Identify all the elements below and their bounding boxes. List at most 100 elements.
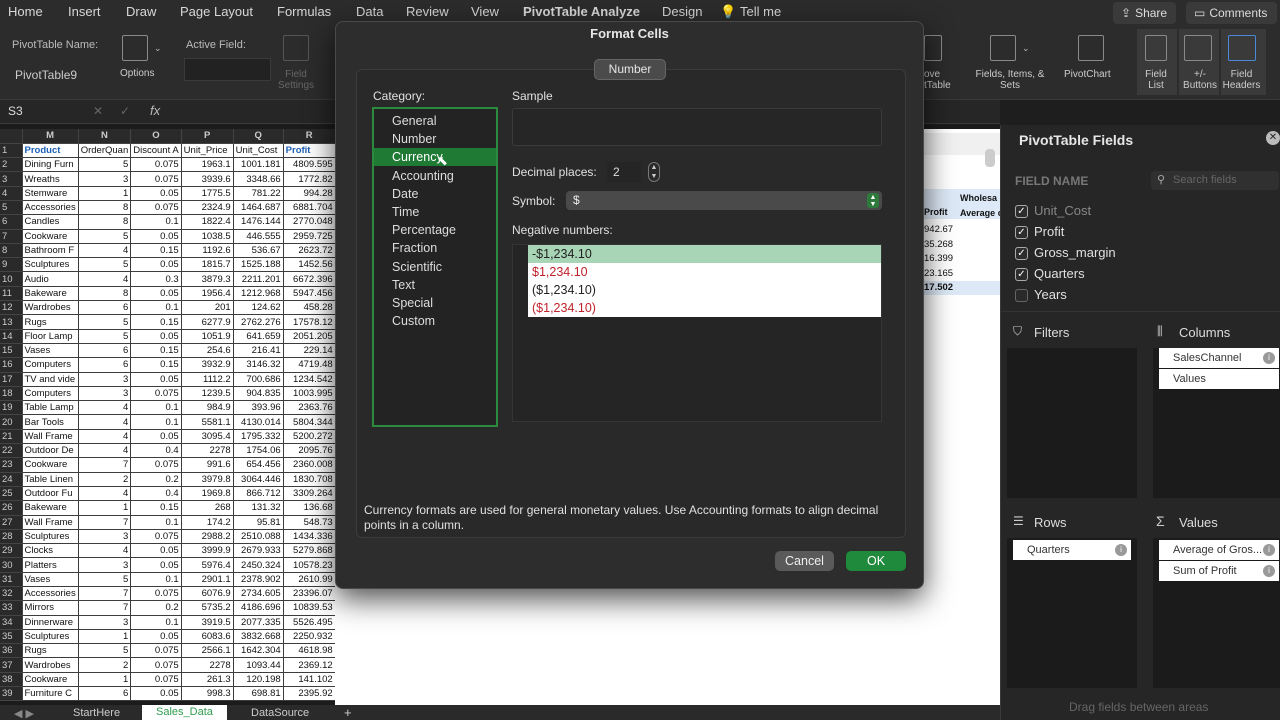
row-number[interactable]: 18 [0, 386, 23, 402]
tab-starthere[interactable]: StartHere [73, 707, 120, 719]
row-number[interactable]: 14 [0, 329, 23, 344]
cell-product[interactable]: Sculptures [22, 529, 79, 545]
row-number[interactable]: 30 [0, 557, 23, 573]
cell-product[interactable]: Computers [22, 386, 79, 402]
cell-value[interactable]: 2450.324 [233, 557, 284, 573]
field-label-profit[interactable]: Profit [1034, 224, 1064, 239]
cell-value[interactable]: 6 [78, 343, 132, 359]
prev-sheet-icon[interactable]: ◀ ▶ [14, 707, 34, 720]
row-number[interactable]: 15 [0, 343, 23, 359]
cell-value[interactable]: 4 [78, 243, 132, 259]
field-checkbox-gross_margin[interactable]: ✓ [1015, 247, 1028, 260]
cell-value[interactable]: 4719.48 [283, 357, 336, 373]
info-icon[interactable]: i [1263, 565, 1275, 577]
cell-value[interactable]: 7 [78, 600, 132, 616]
cell-product[interactable]: Outdoor Fu [22, 486, 79, 502]
row-number[interactable]: 31 [0, 572, 23, 588]
cell-value[interactable]: 5 [78, 229, 132, 244]
cell-value[interactable]: 6277.9 [181, 314, 234, 330]
table-row[interactable]: 33 Mirrors 7 0.2 5735.2 4186.696 10839.53 [0, 600, 336, 616]
cell-value[interactable]: 3979.8 [181, 472, 234, 487]
rows-area[interactable]: Quarters i [1007, 538, 1137, 688]
cell-value[interactable]: 1 [78, 186, 132, 201]
cell-product[interactable]: Stemware [22, 186, 79, 201]
cell-value[interactable]: 0.075 [130, 171, 182, 187]
cell-product[interactable]: Cookware [22, 672, 79, 688]
cell-value[interactable]: 2278 [181, 443, 234, 459]
table-row[interactable]: 14 Floor Lamp 5 0.05 1051.9 641.659 2051.205 [0, 329, 336, 344]
cell-value[interactable]: 0.15 [130, 314, 182, 330]
cell-value[interactable]: 0.2 [130, 600, 182, 616]
pivot-cell[interactable]: 942.67 [924, 224, 953, 235]
row-number[interactable]: 19 [0, 400, 23, 416]
cell-value[interactable]: 3932.9 [181, 357, 234, 373]
header-unit-cost[interactable]: Unit_Cost [233, 143, 284, 159]
cell-value[interactable]: 6672.396 [283, 271, 336, 287]
column-header-n[interactable]: N [78, 129, 132, 144]
cell-value[interactable]: 393.96 [233, 400, 284, 416]
cell-value[interactable]: 1795.332 [233, 429, 284, 445]
cell-product[interactable]: Vases [22, 343, 79, 359]
decimal-stepper[interactable]: ▲ ▼ [648, 162, 660, 182]
cancel-button[interactable]: Cancel [775, 551, 834, 571]
fields-items-sets-icon[interactable] [990, 35, 1016, 61]
cell-value[interactable]: 1 [78, 629, 132, 645]
function-icon[interactable]: fx [150, 103, 160, 118]
cell-value[interactable]: 6 [78, 300, 132, 316]
row-number[interactable]: 24 [0, 472, 23, 487]
table-row[interactable]: 12 Wardrobes 6 0.1 201 124.62 458.28 [0, 300, 336, 316]
negative-option[interactable]: $1,234.10 [528, 263, 881, 281]
cell-value[interactable]: 0.2 [130, 472, 182, 487]
cell-product[interactable]: Dining Furn [22, 157, 79, 173]
cell-value[interactable]: 1815.7 [181, 257, 234, 273]
options-icon[interactable] [122, 35, 148, 61]
cell-value[interactable]: 0.075 [130, 586, 182, 602]
cell-value[interactable]: 7 [78, 457, 132, 473]
cell-product[interactable]: TV and vide [22, 372, 79, 387]
cell-value[interactable]: 2278 [181, 657, 234, 673]
negative-numbers-list[interactable]: -$1,234.10 $1,234.10 ($1,234.10) ($1,234… [512, 244, 882, 422]
cell-value[interactable]: 446.555 [233, 229, 284, 244]
cell-product[interactable]: Wreaths [22, 171, 79, 187]
cell-value[interactable]: 0.05 [130, 629, 182, 645]
menu-design[interactable]: Design [662, 4, 702, 19]
cell-value[interactable]: 0.1 [130, 515, 182, 530]
cell-value[interactable]: 0.1 [130, 400, 182, 416]
row-number[interactable]: 34 [0, 615, 23, 630]
field-label-unit_cost[interactable]: Unit_Cost [1034, 203, 1091, 218]
cell-value[interactable]: 0.05 [130, 429, 182, 445]
cell-value[interactable]: 4 [78, 443, 132, 459]
table-row[interactable]: 9 Sculptures 5 0.05 1815.7 1525.188 1452.56 [0, 257, 336, 273]
cell-value[interactable]: 131.32 [233, 500, 284, 516]
cell-value[interactable]: 8 [78, 200, 132, 216]
negative-option[interactable]: -$1,234.10 [528, 245, 881, 263]
negative-option[interactable]: ($1,234.10) [528, 281, 881, 299]
cell-product[interactable]: Wall Frame [22, 429, 79, 445]
cell-value[interactable]: 5 [78, 314, 132, 330]
menu-data[interactable]: Data [356, 4, 383, 19]
cell-value[interactable]: 2510.088 [233, 529, 284, 545]
cell-value[interactable]: 1239.5 [181, 386, 234, 402]
row-number[interactable]: 25 [0, 486, 23, 502]
cell-value[interactable]: 1001.181 [233, 157, 284, 173]
cell-value[interactable]: 1003.995 [283, 386, 336, 402]
field-checkbox-years[interactable] [1015, 289, 1028, 302]
table-row[interactable]: 36 Rugs 5 0.075 2566.1 1642.304 4618.98 [0, 643, 336, 659]
category-item-number[interactable]: Number [374, 130, 496, 148]
row-number[interactable]: 29 [0, 543, 23, 559]
cell-value[interactable]: 174.2 [181, 515, 234, 530]
field-checkbox-profit[interactable]: ✓ [1015, 226, 1028, 239]
cell-value[interactable]: 2051.205 [283, 329, 336, 344]
field-settings-button[interactable]: Field Settings [274, 69, 318, 91]
column-header-p[interactable]: P [181, 129, 234, 144]
table-row[interactable]: 18 Computers 3 0.075 1239.5 904.835 1003.995 [0, 386, 336, 402]
table-row[interactable]: 25 Outdoor Fu 4 0.4 1969.8 866.712 3309.264 [0, 486, 336, 502]
values-chip-sum-profit[interactable]: Sum of Profit i [1159, 561, 1279, 581]
info-icon[interactable]: i [1263, 352, 1275, 364]
table-row[interactable]: 29 Clocks 4 0.05 3999.9 2679.933 5279.868 [0, 543, 336, 559]
table-row[interactable]: 22 Outdoor De 4 0.4 2278 1754.06 2095.76 [0, 443, 336, 459]
cell-value[interactable]: 700.686 [233, 372, 284, 387]
cell-value[interactable]: 0.05 [130, 286, 182, 302]
table-row[interactable]: 34 Dinnerware 3 0.1 3919.5 2077.335 5526.495 [0, 615, 336, 630]
category-item-custom[interactable]: Custom [374, 312, 496, 330]
